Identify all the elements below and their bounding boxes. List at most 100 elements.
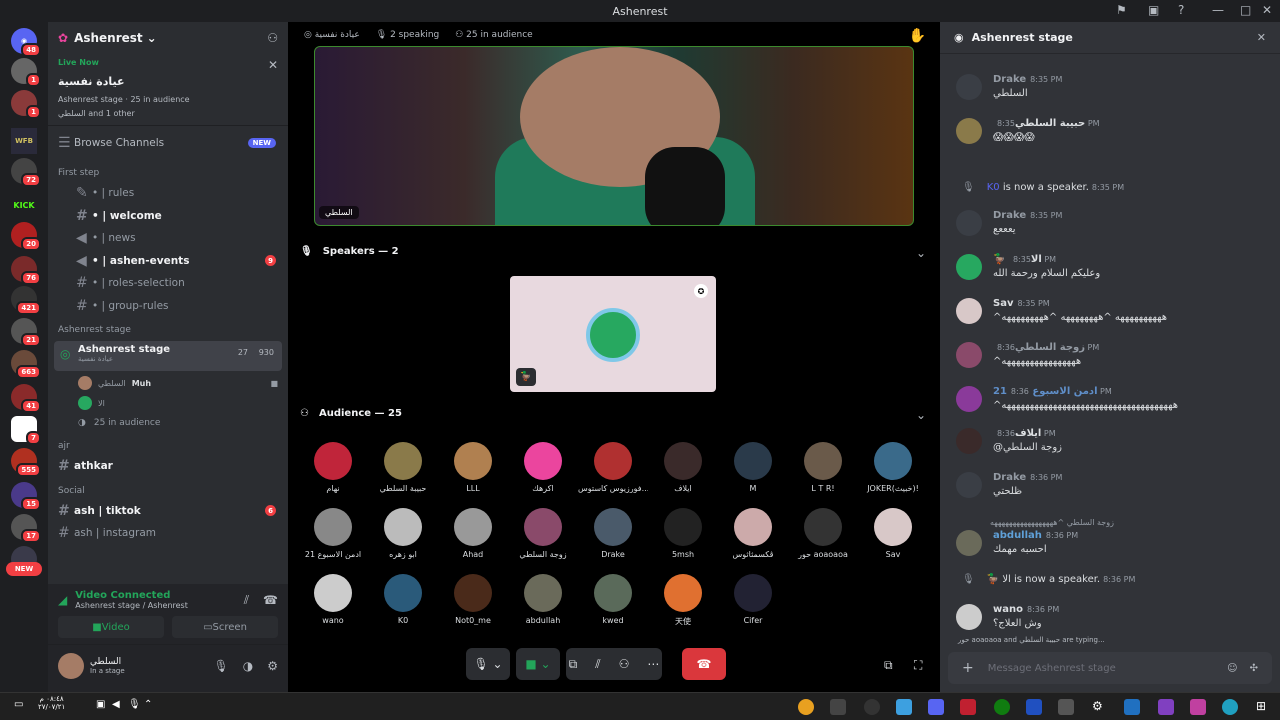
audience-member[interactable]: 天使 [648, 574, 718, 627]
server-icon[interactable]: 17 [11, 514, 41, 543]
gear-icon[interactable]: ⚙ [267, 659, 278, 673]
chevron-up-icon[interactable]: ⌃ [144, 699, 152, 710]
server-icon[interactable]: 20 [11, 222, 41, 251]
stage-speaker[interactable]: السلطي Muh ■ [48, 373, 288, 393]
store-icon[interactable] [830, 699, 846, 715]
speakers-section[interactable]: 🎙 Speakers — 2 [300, 246, 399, 257]
audience-member[interactable]: Drake [578, 508, 648, 559]
close-icon[interactable]: ✕ [1262, 3, 1272, 17]
emoji-icon[interactable]: ☺ [1227, 663, 1237, 674]
author-name[interactable]: ايلاف [1015, 428, 1041, 439]
server-icon[interactable]: 7 [11, 416, 41, 445]
raise-hand-icon[interactable]: ✋ [909, 28, 926, 44]
headphones-icon[interactable]: ◑ [243, 659, 253, 673]
avatar[interactable] [956, 604, 982, 630]
audience-member[interactable]: حبيبة السلطي [368, 442, 438, 493]
screen-icon[interactable]: ▣ [1148, 3, 1159, 17]
clock[interactable]: ٠٨:٤٨ م ٢٧/٠٧/٢١ [38, 695, 65, 711]
channel-item[interactable]: ◀ • | ashen-events 9 [48, 250, 288, 273]
audience-member[interactable]: Sav [858, 508, 928, 559]
microphone-icon[interactable]: 🎙 [128, 699, 141, 710]
add-user-icon[interactable]: ⚇ [267, 31, 278, 45]
minimize-icon[interactable]: — [1212, 3, 1224, 17]
new-badge[interactable]: NEW [6, 562, 42, 576]
audience-member[interactable]: نهام [298, 442, 368, 493]
reply-preview[interactable]: زوجة السلطي ^هههههههههههههههههه [990, 518, 1114, 527]
speaker-tile[interactable]: ✪ 🦆 [510, 276, 716, 392]
avatar[interactable] [956, 386, 982, 412]
category-first-step[interactable]: First step [48, 160, 288, 182]
system-user[interactable]: K0 [987, 182, 1000, 193]
author-name[interactable]: wano [993, 604, 1023, 615]
inbox-icon[interactable]: ⚑ [1116, 3, 1127, 17]
server-icon[interactable]: 1 [11, 90, 41, 119]
screen-share-icon[interactable]: ⧉ [569, 657, 578, 672]
audience-member[interactable]: L T R! [788, 442, 858, 493]
server-icon[interactable]: 421 [11, 286, 41, 315]
server-icon[interactable]: 1 [11, 58, 41, 87]
xbox-icon[interactable] [994, 699, 1010, 715]
video-button[interactable]: ■ Video [58, 616, 164, 638]
disconnect-icon[interactable]: ☎ [263, 593, 278, 607]
system-user[interactable]: 🦆 الا [987, 574, 1011, 585]
app-icon[interactable] [1158, 699, 1174, 715]
server-icon[interactable]: 21 [11, 318, 41, 347]
maximize-icon[interactable]: □ [1240, 3, 1251, 17]
network-icon[interactable]: ▣ [96, 699, 105, 710]
home-button[interactable]: ◉ 48 [11, 28, 41, 57]
category-social[interactable]: Social [48, 478, 288, 500]
category-ajr[interactable]: ajr [48, 433, 288, 455]
server-icon[interactable]: 663 [11, 350, 41, 379]
audience-member[interactable]: 5msh [648, 508, 718, 559]
noise-icon[interactable]: ⫽ [244, 593, 249, 608]
chevron-down-icon[interactable]: ⌄ [916, 246, 926, 260]
video-tile[interactable]: السلطي [314, 46, 914, 226]
app-icon[interactable] [1124, 699, 1140, 715]
channel-item[interactable]: # • | group-rules [48, 295, 288, 318]
invite-icon[interactable]: ⚇ [619, 657, 630, 671]
chrome-icon[interactable] [798, 699, 814, 715]
server-icon[interactable]: 41 [11, 384, 41, 413]
audience-member[interactable]: اكرهك [508, 442, 578, 493]
guild-header[interactable]: ✿ Ashenrest ⌄ ⚇ [48, 22, 288, 54]
avatar[interactable] [956, 530, 982, 556]
channel-tiktok[interactable]: # ash | tiktok 6 [48, 500, 288, 523]
close-icon[interactable]: ✕ [1257, 31, 1266, 44]
camera-button[interactable]: ■ ⌄ [516, 648, 560, 680]
stage-audience-row[interactable]: ◑ 25 in audience [48, 413, 288, 433]
apps-icon[interactable]: ✣ [1250, 663, 1258, 674]
channel-item[interactable]: ✎ • | rules [48, 182, 288, 205]
server-icon[interactable]: 76 [11, 256, 41, 285]
channel-item[interactable]: ◀ • | news [48, 227, 288, 250]
avatar[interactable] [956, 472, 982, 498]
avatar[interactable] [956, 254, 982, 280]
more-icon[interactable]: ⋯ [647, 657, 659, 671]
audience-member[interactable]: Not0_me [438, 574, 508, 625]
server-kick[interactable]: KICK [11, 192, 37, 218]
audience-member[interactable]: abdullah [508, 574, 578, 625]
app-icon[interactable] [896, 699, 912, 715]
avatar[interactable] [956, 298, 982, 324]
app-icon[interactable] [1026, 699, 1042, 715]
close-icon[interactable]: ✕ [268, 58, 278, 72]
channel-instagram[interactable]: # ash | instagram [48, 522, 288, 545]
app-icon[interactable] [960, 699, 976, 715]
app-icon[interactable] [864, 699, 880, 715]
stage-channel[interactable]: Ashenrest stage عيادة نفسية ◎ 27 930 [54, 341, 282, 371]
author-name[interactable]: Drake [993, 210, 1026, 221]
audience-member[interactable]: Cifer [718, 574, 788, 625]
leave-button[interactable]: ☎ [682, 648, 726, 680]
avatar[interactable] [956, 428, 982, 454]
message-input[interactable]: + Message Ashenrest stage ☺ ✣ [948, 652, 1272, 684]
popout-icon[interactable]: ⧉ [884, 658, 893, 673]
author-name[interactable]: Drake [993, 74, 1026, 85]
audience-member[interactable]: wano [298, 574, 368, 625]
author-name[interactable]: زوجة السلطي [1015, 342, 1085, 353]
audience-member[interactable]: ڤكسمثاثوس [718, 508, 788, 559]
channel-item[interactable]: # • | roles-selection [48, 272, 288, 295]
audience-section[interactable]: ⚇ Audience — 25 [300, 408, 402, 419]
lower-hand-icon[interactable]: ⫽ [595, 657, 600, 672]
voice-location[interactable]: Ashenrest stage / Ashenrest [75, 601, 188, 610]
live-now-card[interactable]: Live Now ✕ عيادة نفسية Ashenrest stage ·… [48, 54, 288, 126]
screen-share-button[interactable]: ▭ Screen [172, 616, 278, 638]
